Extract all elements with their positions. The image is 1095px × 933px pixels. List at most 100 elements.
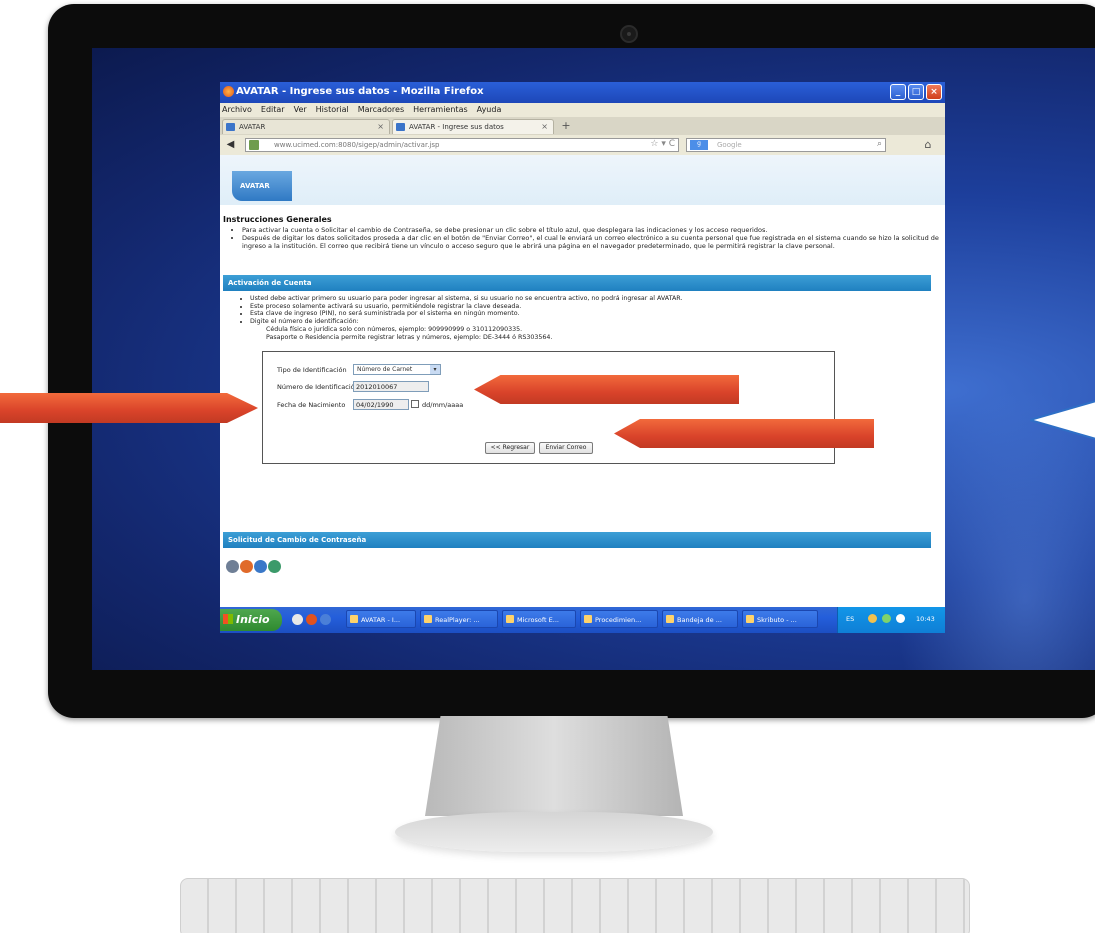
search-box[interactable]: g Google ⌕ [686,138,886,152]
chevron-down-icon[interactable]: ▾ [430,365,440,374]
window-icon [506,615,514,623]
window-icon [746,615,754,623]
search-placeholder: Google [717,141,742,149]
taskbar-item-label: RealPlayer: ... [435,616,480,624]
social-icon[interactable] [268,560,281,573]
system-tray: ES 10:43 [837,607,945,633]
send-email-button[interactable]: Enviar Correo [539,442,593,454]
menu-marcadores[interactable]: Marcadores [358,105,404,117]
taskbar: Inicio AVATAR - I... RealPlayer: ... Mic… [220,607,945,633]
firefox-icon [223,86,234,97]
photo-scene: AVATAR - Ingrese sus datos - Mozilla Fir… [0,0,1095,933]
avatar-logo: AVATAR [232,171,292,201]
section-activation[interactable]: Activación de Cuenta [223,275,931,291]
tipo-select[interactable]: Número de Carnet ▾ [353,364,441,375]
list-item: Para activar la cuenta o Solicitar el ca… [242,226,942,234]
tipo-label: Tipo de Identificación [277,366,347,374]
fecha-input[interactable]: 04/02/1990 [353,399,409,410]
window-icon [666,615,674,623]
search-engine-icon[interactable]: g [690,140,708,150]
list-item: Esta clave de ingreso (PIN), no será sum… [250,310,932,318]
tray-icon[interactable] [868,614,877,623]
search-icon[interactable]: ⌕ [877,139,882,149]
close-tab-icon[interactable]: × [377,122,384,131]
taskbar-item[interactable]: Bandeja de ... [662,610,738,628]
callout-pointer [1030,400,1095,440]
close-tab-icon[interactable]: × [541,122,548,131]
annotation-arrow-left [614,419,874,448]
taskbar-item-label: Bandeja de ... [677,616,722,624]
menu-herramientas[interactable]: Herramientas [413,105,468,117]
quick-launch-icon[interactable] [306,614,317,625]
tray-icon[interactable] [896,614,905,623]
tab-avatar-datos[interactable]: AVATAR - Ingrese sus datos × [392,119,554,134]
taskbar-item-label: Skributo - ... [757,616,797,624]
social-icon[interactable] [254,560,267,573]
page-icon [396,123,405,131]
quick-launch-icon[interactable] [292,614,303,625]
language-indicator[interactable]: ES [846,615,854,623]
back-form-button[interactable]: << Regresar [485,442,535,454]
taskbar-item[interactable]: AVATAR - I... [346,610,416,628]
tab-bar: AVATAR × AVATAR - Ingrese sus datos × + [220,117,945,135]
window-icon [350,615,358,623]
list-item: Usted debe activar primero su usuario pa… [250,295,932,303]
address-bar[interactable]: www.ucimed.com:8080/sigep/admin/activar.… [245,138,679,152]
minimize-button[interactable]: _ [890,84,906,100]
new-tab-button[interactable]: + [559,120,573,133]
activation-list: Usted debe activar primero su usuario pa… [242,295,932,325]
start-button[interactable]: Inicio [220,609,282,631]
keyboard [180,878,970,933]
navigation-bar: ◀ www.ucimed.com:8080/sigep/admin/activa… [220,135,945,155]
tab-avatar[interactable]: AVATAR × [222,119,390,134]
back-button[interactable]: ◀ [223,137,238,152]
page-icon [226,123,235,131]
windows-logo-icon [223,614,233,624]
maximize-button[interactable]: □ [908,84,924,100]
page-header: AVATAR [220,155,945,205]
window-icon [584,615,592,623]
window-icon [424,615,432,623]
date-format-hint: dd/mm/aaaa [422,401,464,409]
tipo-value: Número de Carnet [357,366,413,373]
list-item: Digite el número de identificación: [250,318,932,326]
social-icon[interactable] [240,560,253,573]
example-pasaporte: Pasaporte o Residencia permite registrar… [266,334,553,341]
section-password[interactable]: Solicitud de Cambio de Contraseña [223,532,931,548]
menu-historial[interactable]: Historial [316,105,349,117]
camera-icon [620,25,638,43]
taskbar-item-label: Procedimien... [595,616,642,624]
url-text: www.ucimed.com:8080/sigep/admin/activar.… [274,141,440,149]
close-button[interactable]: × [926,84,942,100]
clock: 10:43 [916,615,935,623]
example-cedula: Cédula física o jurídica solo con número… [266,326,523,333]
taskbar-item-label: AVATAR - I... [361,616,401,624]
home-icon[interactable]: ⌂ [920,137,936,153]
menu-bar: Archivo Editar Ver Historial Marcadores … [220,103,945,117]
calendar-icon[interactable] [411,400,419,408]
taskbar-item-label: Microsoft E... [517,616,559,624]
bookmark-star-icon[interactable]: ☆ ▾ C [650,139,675,149]
quick-launch-icon[interactable] [320,614,331,625]
numero-input[interactable]: 2012010067 [353,381,429,392]
menu-archivo[interactable]: Archivo [222,105,252,117]
menu-editar[interactable]: Editar [261,105,285,117]
tray-icon[interactable] [882,614,891,623]
social-icon[interactable] [226,560,239,573]
menu-ver[interactable]: Ver [294,105,307,117]
taskbar-item[interactable]: Microsoft E... [502,610,576,628]
site-identity-icon [249,140,259,150]
taskbar-item[interactable]: Skributo - ... [742,610,818,628]
instructions-list: Para activar la cuenta o Solicitar el ca… [234,226,942,250]
menu-ayuda[interactable]: Ayuda [477,105,502,117]
tab-label: AVATAR - Ingrese sus datos [409,123,504,131]
tab-label: AVATAR [239,123,266,131]
browser-window: AVATAR - Ingrese sus datos - Mozilla Fir… [220,82,945,633]
annotation-arrow-left [474,375,739,404]
numero-label: Número de Identificación [277,383,359,391]
monitor-stand-base [395,812,713,852]
title-bar: AVATAR - Ingrese sus datos - Mozilla Fir… [220,82,945,103]
monitor-stand-neck [425,716,683,816]
taskbar-item[interactable]: RealPlayer: ... [420,610,498,628]
taskbar-item[interactable]: Procedimien... [580,610,658,628]
